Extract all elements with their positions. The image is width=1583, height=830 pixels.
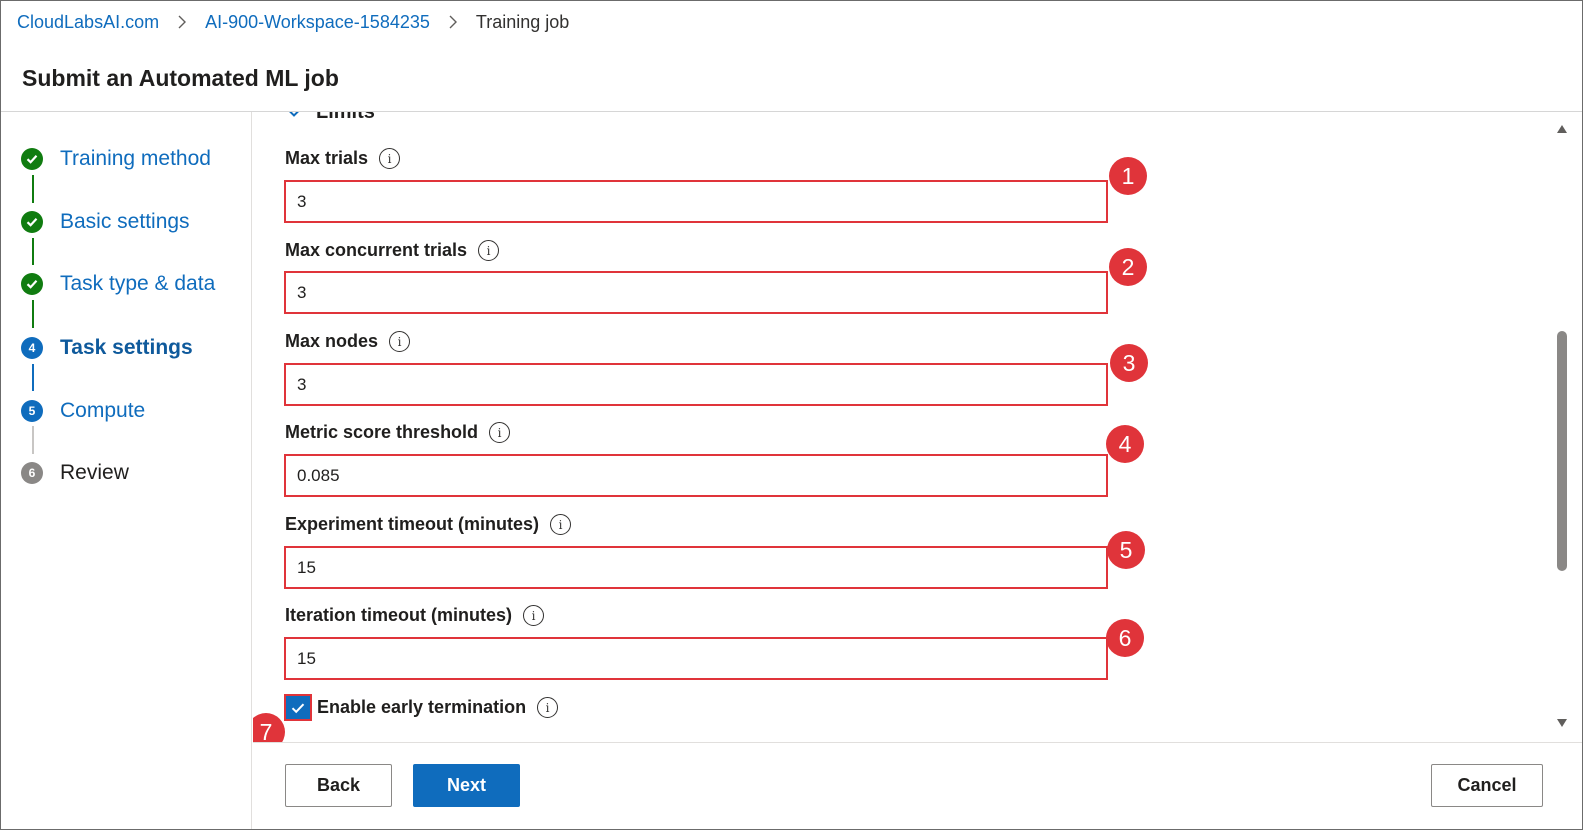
info-icon[interactable]: i [550, 514, 572, 535]
breadcrumb: CloudLabsAI.com AI-900-Workspace-1584235… [17, 10, 569, 34]
wizard-footer: Back Next Cancel [253, 742, 1582, 829]
next-button[interactable]: Next [413, 764, 520, 807]
step-compute[interactable]: 5 Compute [21, 396, 145, 426]
iteration-timeout-input[interactable]: 15 [284, 637, 1108, 680]
step-connector [32, 300, 34, 328]
checkmark-icon [21, 273, 43, 295]
vertical-scrollbar[interactable] [1555, 112, 1569, 742]
max-trials-label: Max trials i [285, 148, 401, 169]
scroll-up-icon[interactable] [1556, 124, 1568, 134]
info-icon[interactable]: i [379, 148, 401, 169]
step-task-settings[interactable]: 4 Task settings [21, 333, 193, 363]
field-label-text: Iteration timeout (minutes) [285, 605, 513, 625]
wizard-steps-sidebar: Training method Basic settings Task type… [1, 112, 252, 829]
annotation-marker: 7 [253, 713, 285, 742]
checkmark-icon [21, 211, 43, 233]
early-termination-checkbox[interactable] [284, 694, 312, 721]
max-concurrent-trials-label: Max concurrent trials i [285, 240, 500, 261]
task-settings-panel: Limits Max trials i 3 1 Max concurrent t… [253, 112, 1559, 742]
annotation-marker: 1 [1109, 157, 1147, 195]
back-button[interactable]: Back [285, 764, 392, 807]
metric-score-threshold-label: Metric score threshold i [285, 422, 511, 443]
metric-score-threshold-input[interactable]: 0.085 [284, 454, 1108, 497]
info-icon[interactable]: i [523, 605, 545, 626]
annotation-marker: 5 [1107, 531, 1145, 569]
iteration-timeout-label: Iteration timeout (minutes) i [285, 605, 545, 626]
step-review[interactable]: 6 Review [21, 458, 129, 488]
step-connector [32, 364, 34, 391]
step-label: Review [60, 461, 129, 484]
experiment-timeout-label: Experiment timeout (minutes) i [285, 514, 572, 535]
section-title: Limits [316, 112, 375, 123]
info-icon[interactable]: i [489, 422, 511, 443]
scroll-down-icon[interactable] [1556, 718, 1568, 728]
breadcrumb-current: Training job [475, 11, 570, 32]
step-connector [32, 175, 34, 203]
annotation-marker: 2 [1109, 248, 1147, 286]
checkmark-icon [21, 148, 43, 170]
step-label: Basic settings [60, 210, 190, 233]
limits-section-toggle[interactable]: Limits [286, 112, 375, 124]
chevron-down-icon [289, 112, 299, 117]
annotation-marker: 4 [1106, 425, 1144, 463]
scrollbar-thumb[interactable] [1557, 331, 1567, 571]
step-label: Task type & data [60, 272, 216, 295]
field-label-text: Metric score threshold [285, 422, 479, 442]
page-title: Submit an Automated ML job [22, 65, 339, 91]
step-number-badge: 6 [21, 462, 43, 484]
annotation-marker: 3 [1110, 344, 1148, 382]
max-trials-input[interactable]: 3 [284, 180, 1108, 223]
step-label: Compute [60, 399, 146, 422]
step-label: Task settings [60, 336, 193, 359]
experiment-timeout-input[interactable]: 15 [284, 546, 1108, 589]
max-nodes-label: Max nodes i [285, 331, 411, 352]
info-icon[interactable]: i [537, 697, 559, 718]
cancel-button[interactable]: Cancel [1431, 764, 1543, 807]
app-window: CloudLabsAI.com AI-900-Workspace-1584235… [0, 0, 1583, 830]
field-label-text: Max nodes [285, 331, 379, 351]
early-termination-label: Enable early termination [317, 697, 527, 717]
step-task-type-data[interactable]: Task type & data [21, 269, 215, 299]
annotation-marker: 6 [1106, 619, 1144, 657]
step-connector [32, 238, 34, 265]
breadcrumb-link-home[interactable]: CloudLabsAI.com [17, 12, 159, 33]
checkmark-icon [291, 703, 305, 713]
step-connector [32, 426, 34, 454]
chevron-right-icon [159, 15, 205, 29]
info-icon[interactable]: i [478, 240, 500, 261]
step-training-method[interactable]: Training method [21, 144, 211, 174]
field-label-text: Max concurrent trials [285, 240, 468, 260]
step-number-badge: 5 [21, 400, 43, 422]
early-termination-row: Enable early termination i [284, 694, 559, 721]
breadcrumb-link-workspace[interactable]: AI-900-Workspace-1584235 [205, 12, 430, 33]
field-label-text: Experiment timeout (minutes) [285, 514, 540, 534]
step-basic-settings[interactable]: Basic settings [21, 207, 190, 237]
step-label: Training method [60, 147, 211, 170]
info-icon[interactable]: i [389, 331, 411, 352]
max-nodes-input[interactable]: 3 [284, 363, 1108, 406]
step-number-badge: 4 [21, 337, 43, 359]
max-concurrent-trials-input[interactable]: 3 [284, 271, 1108, 314]
page-header: CloudLabsAI.com AI-900-Workspace-1584235… [1, 1, 1582, 112]
chevron-right-icon [430, 15, 476, 29]
field-label-text: Max trials [285, 148, 369, 168]
